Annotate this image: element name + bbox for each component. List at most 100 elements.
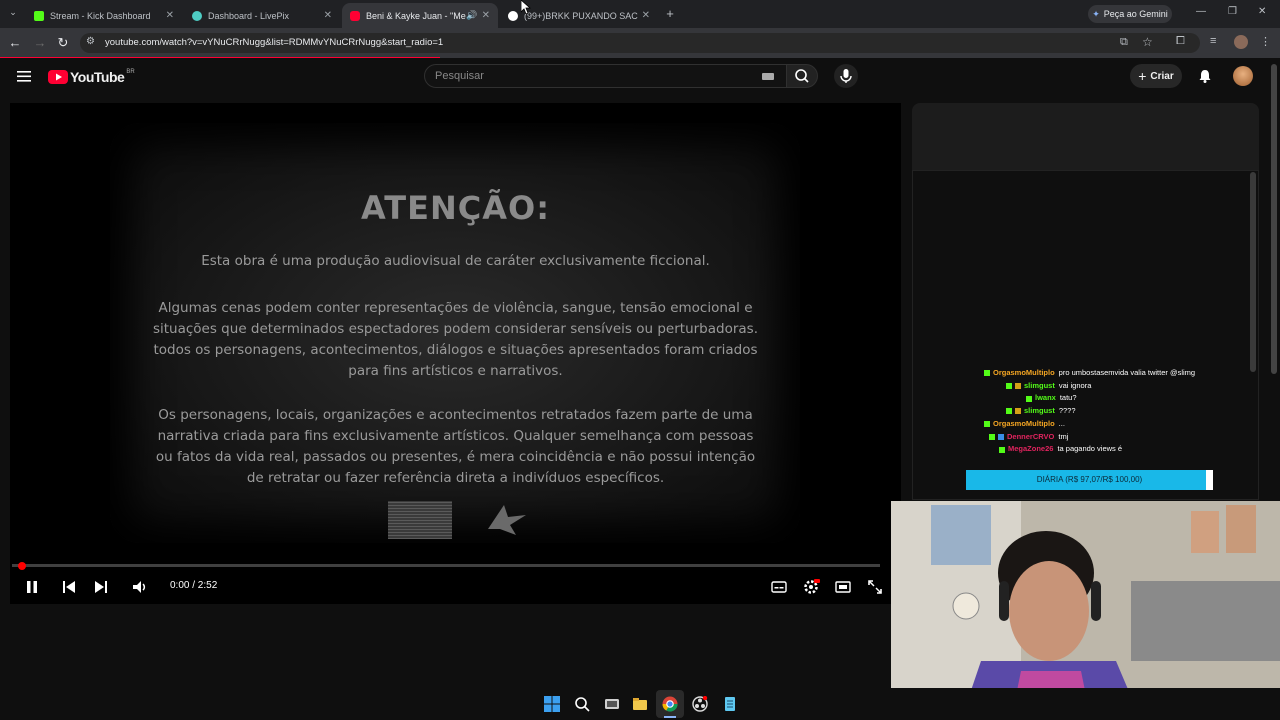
livepix-favicon-icon <box>192 10 202 21</box>
production-emblem-icon <box>478 499 530 539</box>
chat-username: slimgust <box>1024 380 1055 390</box>
new-tab-button[interactable]: + <box>662 6 678 22</box>
subscriber-badge-icon <box>1015 383 1021 390</box>
tab-label: Dashboard - LivePix <box>208 10 290 21</box>
install-app-icon[interactable]: ⧉ <box>1120 36 1128 49</box>
youtube-logo[interactable]: YouTube BR <box>48 69 135 85</box>
chat-username: lwanx <box>1035 393 1056 403</box>
subtitles-button[interactable] <box>769 577 789 597</box>
gemini-label: Peça ao Gemini <box>1103 9 1168 19</box>
chat-message: lwanx tatu? <box>1026 392 1220 405</box>
video-warning-paragraph-1: Esta obra é uma produção audiovisual de … <box>201 253 710 269</box>
forward-arrow-icon[interactable]: → <box>30 33 50 53</box>
maximize-window-icon[interactable]: ❐ <box>1228 6 1242 17</box>
gear-icon <box>804 579 820 594</box>
chat-message: slimgust vai ignora <box>1006 380 1220 393</box>
windows-start-icon[interactable] <box>544 696 560 712</box>
close-icon[interactable]: ✕ <box>166 10 174 21</box>
tiktok-favicon-icon <box>508 10 518 21</box>
youtube-logo-text: YouTube <box>70 69 125 85</box>
site-info-icon[interactable]: ⚙ <box>86 36 95 47</box>
create-button[interactable]: + Criar <box>1130 64 1182 88</box>
obs-icon[interactable] <box>692 696 708 712</box>
youtube-play-logo-icon <box>48 70 68 84</box>
next-button[interactable] <box>91 577 111 597</box>
fullscreen-button[interactable] <box>865 577 885 597</box>
youtube-favicon-icon <box>350 10 360 21</box>
skip-previous-icon <box>63 581 75 593</box>
close-icon[interactable]: ✕ <box>324 10 332 21</box>
mouse-cursor-icon <box>521 0 531 14</box>
file-explorer-icon[interactable] <box>632 696 648 712</box>
speaker-icon[interactable]: 🔊 <box>466 10 477 21</box>
chat-message: DennerCRVO tmj <box>989 431 1220 444</box>
search-input[interactable]: Pesquisar <box>424 64 787 88</box>
hamburger-menu-icon[interactable] <box>16 68 32 84</box>
settings-button[interactable] <box>801 577 821 597</box>
subtitles-icon <box>771 581 787 593</box>
chrome-icon[interactable] <box>662 696 678 712</box>
video-player[interactable]: ATENÇÃO: Esta obra é uma produção audiov… <box>10 103 901 604</box>
pause-button[interactable] <box>22 577 42 597</box>
volume-button[interactable] <box>130 577 150 597</box>
user-avatar[interactable] <box>1233 66 1253 86</box>
task-view-icon[interactable] <box>604 696 620 712</box>
progress-scrubber-handle[interactable] <box>18 562 26 570</box>
reload-icon[interactable]: ↻ <box>53 33 73 53</box>
previous-button[interactable] <box>59 577 79 597</box>
extensions-icon[interactable]: ⧠ <box>1176 35 1185 48</box>
video-warning-paragraph-2: Algumas cenas podem conter representaçõe… <box>152 300 759 379</box>
side-panel-scrollbar[interactable] <box>1250 172 1256 372</box>
chat-username: slimgust <box>1024 406 1055 416</box>
tab-label: (99+)BRKK PUXANDO SACO DO <box>524 10 638 21</box>
video-progress-bar[interactable] <box>12 564 880 567</box>
kick-badge-icon <box>1026 395 1032 402</box>
tab-youtube-video[interactable]: Beni & Kayke Juan - "Meno 🔊 ✕ <box>342 3 498 28</box>
kick-badge-icon <box>989 433 995 440</box>
keyboard-icon[interactable] <box>762 73 774 80</box>
close-icon[interactable]: ✕ <box>642 10 650 21</box>
kick-badge-icon <box>984 421 990 428</box>
theater-mode-button[interactable] <box>833 577 853 597</box>
back-arrow-icon[interactable]: ← <box>5 33 25 53</box>
kick-badge-icon <box>984 370 990 377</box>
chat-text: tmj <box>1058 431 1069 441</box>
stream-chat-overlay: OrgasmoMultiplo pro umbostasemvida valia… <box>980 367 1220 456</box>
kick-badge-icon <box>1006 408 1012 415</box>
search-placeholder: Pesquisar <box>435 70 484 82</box>
close-window-icon[interactable]: ✕ <box>1258 6 1272 17</box>
notifications-bell-icon[interactable] <box>1197 68 1213 84</box>
theater-mode-icon <box>835 581 851 593</box>
close-icon[interactable]: ✕ <box>482 10 490 21</box>
page-scrollbar[interactable] <box>1271 64 1277 374</box>
pause-icon <box>27 581 37 593</box>
chat-text: ... <box>1058 418 1065 428</box>
search-button[interactable] <box>786 64 818 88</box>
video-warning-heading: ATENÇÃO: <box>361 189 550 227</box>
gemini-star-icon: ✦ <box>1092 8 1100 19</box>
chat-username: OrgasmoMultiplo <box>993 368 1055 377</box>
reading-list-icon[interactable]: ≡ <box>1210 35 1216 47</box>
tab-kick-dashboard[interactable]: Stream - Kick Dashboard ✕ <box>26 3 182 28</box>
minimize-window-icon[interactable]: — <box>1196 6 1210 17</box>
tab-livepix[interactable]: Dashboard - LivePix ✕ <box>184 3 340 28</box>
donation-goal-label: DIÁRIA (R$ 97,07/R$ 100,00) <box>1036 475 1143 484</box>
profile-avatar[interactable] <box>1234 35 1248 49</box>
taskbar-search-icon[interactable] <box>574 696 590 712</box>
chrome-running-indicator <box>664 716 676 718</box>
kick-badge-icon <box>999 446 1005 453</box>
notepad-icon[interactable] <box>722 696 738 712</box>
kick-favicon-icon <box>34 10 44 21</box>
chat-username: DennerCRVO <box>1007 431 1055 441</box>
browser-menu-icon[interactable]: ⋮ <box>1260 35 1271 48</box>
video-warning-paragraph-3: Os personagens, locais, organizações e a… <box>155 407 756 486</box>
gemini-button[interactable]: ✦ Peça ao Gemini <box>1088 5 1172 23</box>
production-logo <box>388 501 452 539</box>
chat-message: MegaZone26 ta pagando views é <box>999 443 1220 456</box>
voice-search-button[interactable] <box>834 64 858 88</box>
tab-search-icon[interactable]: ⌄ <box>6 7 20 21</box>
tab-label: Stream - Kick Dashboard <box>50 10 151 21</box>
address-bar[interactable]: ⚙ youtube.com/watch?v=vYNuCRrNugg&list=R… <box>80 33 1200 53</box>
bookmark-star-icon[interactable]: ☆ <box>1142 35 1153 49</box>
kick-badge-icon <box>1006 383 1012 390</box>
